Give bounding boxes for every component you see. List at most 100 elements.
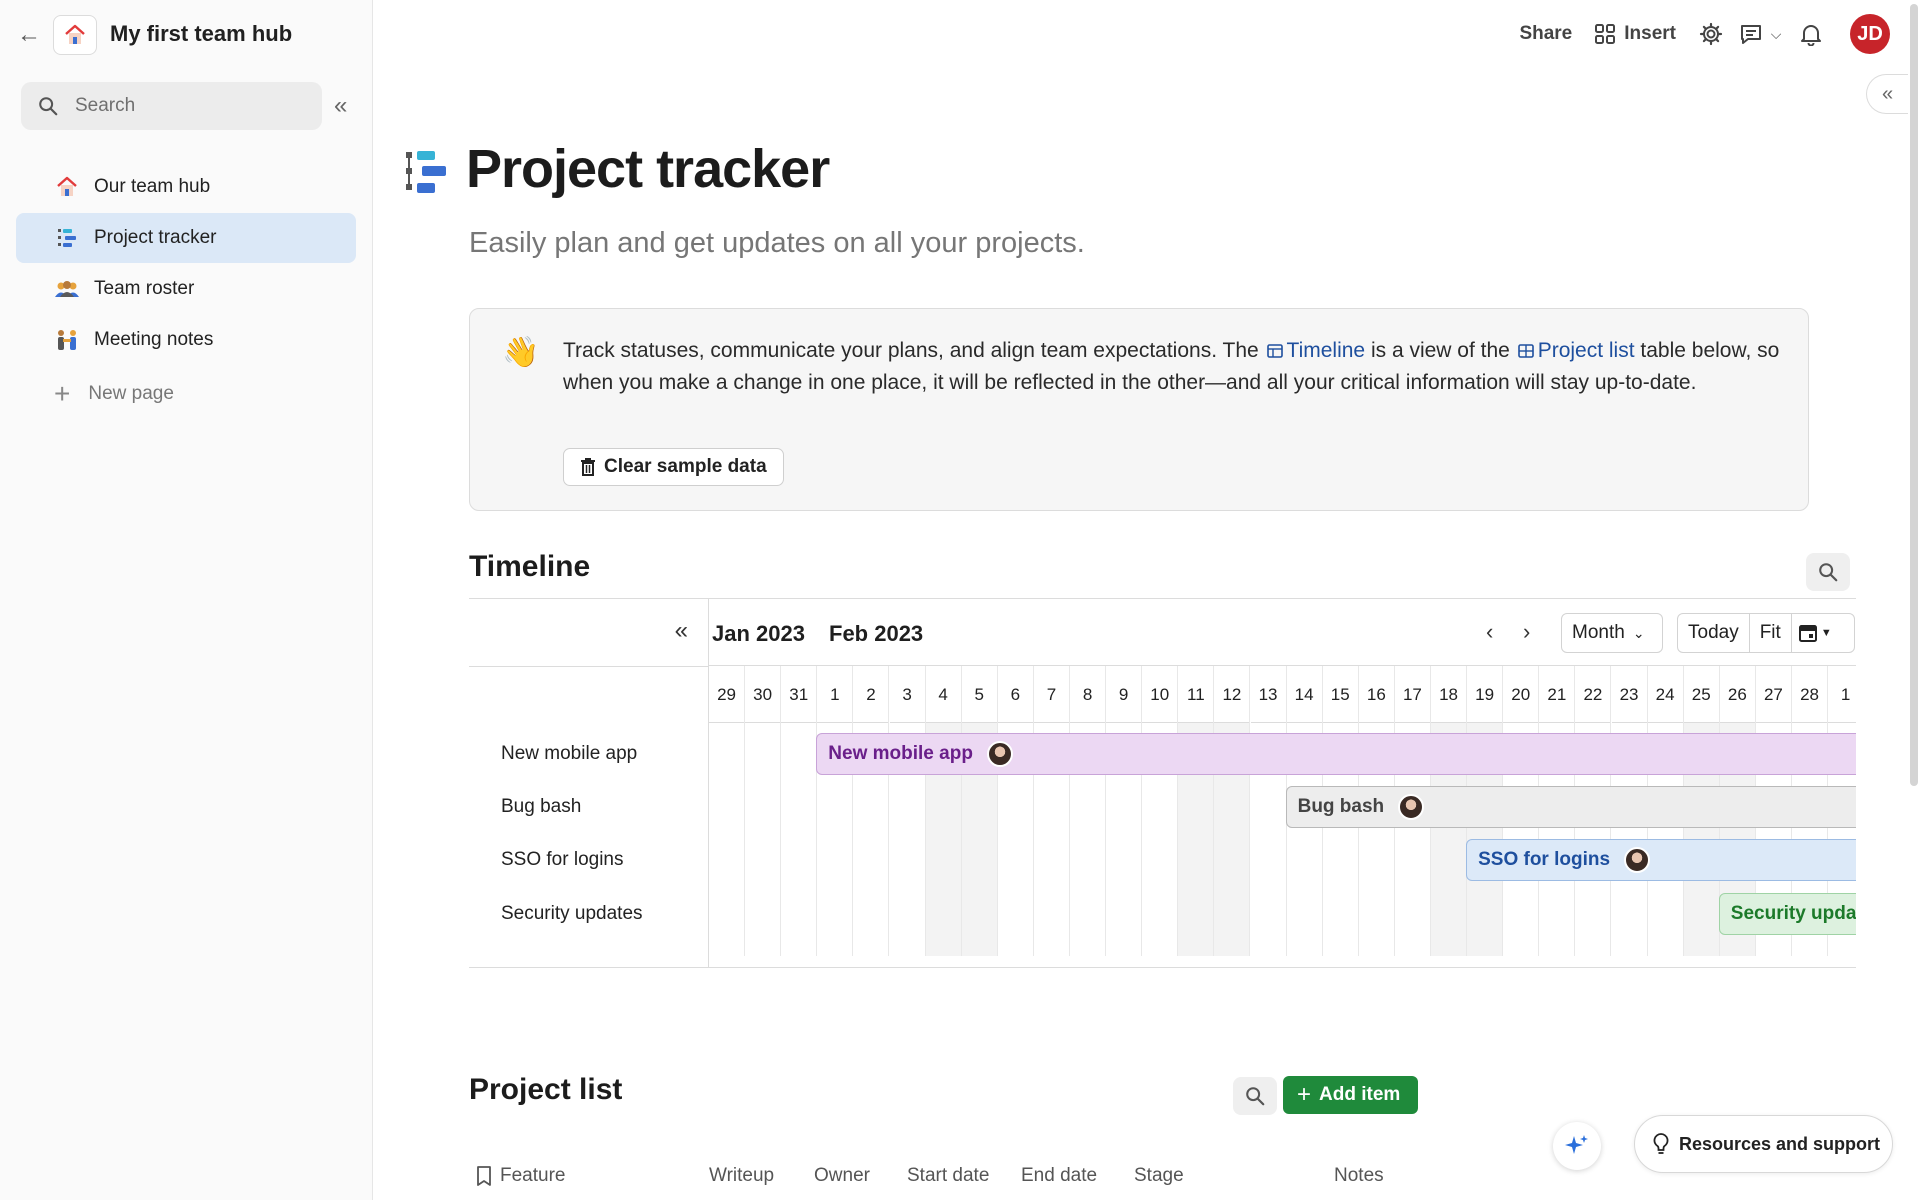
sidebar-item-team-roster[interactable]: Team roster — [16, 264, 356, 314]
info-callout: 👋 Track statuses, communicate your plans… — [469, 308, 1809, 511]
gear-icon[interactable] — [1698, 21, 1724, 47]
day-column: 5 — [961, 666, 998, 956]
timeline-row-label[interactable]: SSO for logins — [501, 849, 624, 871]
column-header-writeup[interactable]: Writeup — [709, 1165, 774, 1187]
timeline-bar[interactable]: Security updates — [1718, 893, 1856, 935]
owner-avatar[interactable] — [986, 741, 1013, 767]
column-header-stage[interactable]: Stage — [1134, 1165, 1184, 1187]
day-column: 29 — [709, 666, 746, 956]
search-icon — [1246, 1087, 1265, 1106]
share-button[interactable]: Share — [1519, 23, 1572, 45]
back-arrow-icon[interactable]: ← — [16, 22, 42, 48]
owner-avatar[interactable] — [1398, 794, 1425, 820]
ai-sparkle-button[interactable] — [1553, 1122, 1601, 1170]
timeline-bar-label: SSO for logins — [1478, 849, 1611, 870]
chevron-down-icon[interactable]: ⌵ — [1768, 21, 1784, 47]
timeline-heading: Timeline — [469, 550, 591, 583]
column-header-notes[interactable]: Notes — [1334, 1165, 1384, 1187]
sidebar-item-project-tracker[interactable]: Project tracker — [16, 213, 356, 263]
timeline-header: Jan 2023 Feb 2023 ‹ › Month ⌄ Today Fit … — [709, 599, 1856, 666]
day-number: 27 — [1755, 666, 1791, 723]
day-number: 22 — [1575, 666, 1611, 723]
day-column: 12 — [1214, 666, 1251, 956]
day-number: 7 — [1033, 666, 1069, 723]
callout-text: Track statuses, communicate your plans, … — [563, 335, 1783, 399]
calendar-icon[interactable]: ▼ — [1792, 623, 1838, 643]
project-list-link[interactable]: Project list — [1538, 339, 1635, 362]
day-number: 2 — [853, 666, 889, 723]
timeline-bar[interactable]: New mobile app — [816, 733, 1856, 775]
column-header-owner[interactable]: Owner — [814, 1165, 870, 1187]
sidebar-item-meeting-notes[interactable]: Meeting notes — [16, 315, 356, 365]
column-header-feature[interactable]: Feature — [476, 1165, 565, 1187]
next-arrow-icon[interactable]: › — [1523, 619, 1530, 645]
day-number: 30 — [745, 666, 781, 723]
day-column: 8 — [1070, 666, 1107, 956]
hub-logo-icon[interactable] — [53, 15, 97, 55]
timeline-row-label[interactable]: Bug bash — [501, 796, 581, 818]
sparkle-icon — [1565, 1135, 1588, 1154]
day-column: 10 — [1142, 666, 1179, 956]
add-item-button[interactable]: + Add item — [1283, 1076, 1419, 1114]
timeline-controls: Today Fit ▼ — [1677, 613, 1855, 653]
view-select[interactable]: Month ⌄ — [1561, 613, 1663, 653]
tracker-icon — [54, 225, 80, 251]
today-button[interactable]: Today — [1678, 614, 1750, 652]
timeline-row-label[interactable]: New mobile app — [501, 743, 637, 765]
sidebar-nav: Our team hub Project tracker Team roster… — [16, 162, 356, 422]
sidebar-item-our-team-hub[interactable]: Our team hub — [16, 162, 356, 212]
search-input[interactable] — [75, 95, 295, 117]
sidebar: ← My first team hub « Our team hub Proje… — [0, 0, 373, 1200]
column-header-start-date[interactable]: Start date — [907, 1165, 989, 1187]
timeline-bar[interactable]: Bug bash — [1285, 786, 1856, 828]
collapse-panel-icon[interactable]: « — [1866, 74, 1908, 114]
avatar[interactable]: JD — [1850, 14, 1890, 54]
column-header-end-date[interactable]: End date — [1021, 1165, 1097, 1187]
table-icon — [1517, 344, 1534, 358]
day-number: 29 — [709, 666, 745, 723]
day-column: 2 — [853, 666, 890, 956]
collapse-rows-icon[interactable]: « — [675, 617, 688, 645]
timeline-row-label[interactable]: Security updates — [501, 903, 643, 925]
timeline-link[interactable]: Timeline — [1287, 339, 1366, 362]
project-list-search-button[interactable] — [1233, 1077, 1277, 1115]
day-number: 15 — [1322, 666, 1358, 723]
day-number: 10 — [1142, 666, 1178, 723]
callout-text-part: is a view of the — [1370, 339, 1510, 362]
tracker-icon — [405, 150, 447, 194]
fit-button[interactable]: Fit — [1750, 614, 1792, 652]
sidebar-item-label: Our team hub — [94, 176, 211, 197]
day-number: 23 — [1611, 666, 1647, 723]
day-number: 14 — [1286, 666, 1322, 723]
view-select-value: Month — [1572, 622, 1625, 643]
collapse-sidebar-icon[interactable]: « — [334, 92, 347, 120]
day-number: 20 — [1503, 666, 1539, 723]
day-number: 25 — [1683, 666, 1719, 723]
day-column: 13 — [1250, 666, 1287, 956]
day-number: 16 — [1358, 666, 1394, 723]
bookmark-icon — [477, 1166, 491, 1186]
day-number: 9 — [1106, 666, 1142, 723]
owner-avatar[interactable] — [1624, 847, 1651, 873]
day-column: 3 — [889, 666, 926, 956]
scrollbar[interactable] — [1910, 4, 1918, 786]
hub-title[interactable]: My first team hub — [110, 21, 292, 47]
day-number: 6 — [997, 666, 1033, 723]
day-number: 24 — [1647, 666, 1683, 723]
comment-icon[interactable] — [1738, 21, 1764, 47]
clear-sample-data-button[interactable]: Clear sample data — [563, 448, 784, 486]
timeline-bar[interactable]: SSO for logins — [1466, 839, 1856, 881]
timeline-search-button[interactable] — [1806, 553, 1850, 591]
resources-and-support-button[interactable]: Resources and support — [1634, 1115, 1893, 1173]
insert-button[interactable]: Insert — [1594, 23, 1676, 45]
insert-label: Insert — [1624, 23, 1676, 44]
chevron-down-icon: ⌄ — [1632, 624, 1645, 641]
day-number: 5 — [961, 666, 997, 723]
prev-arrow-icon[interactable]: ‹ — [1486, 619, 1493, 645]
new-page-button[interactable]: + New page — [16, 366, 356, 422]
day-column: 4 — [925, 666, 962, 956]
sidebar-search[interactable] — [21, 82, 322, 130]
month-label: Jan 2023 — [712, 621, 805, 646]
bell-icon[interactable] — [1798, 21, 1824, 47]
resources-label: Resources and support — [1679, 1133, 1881, 1154]
